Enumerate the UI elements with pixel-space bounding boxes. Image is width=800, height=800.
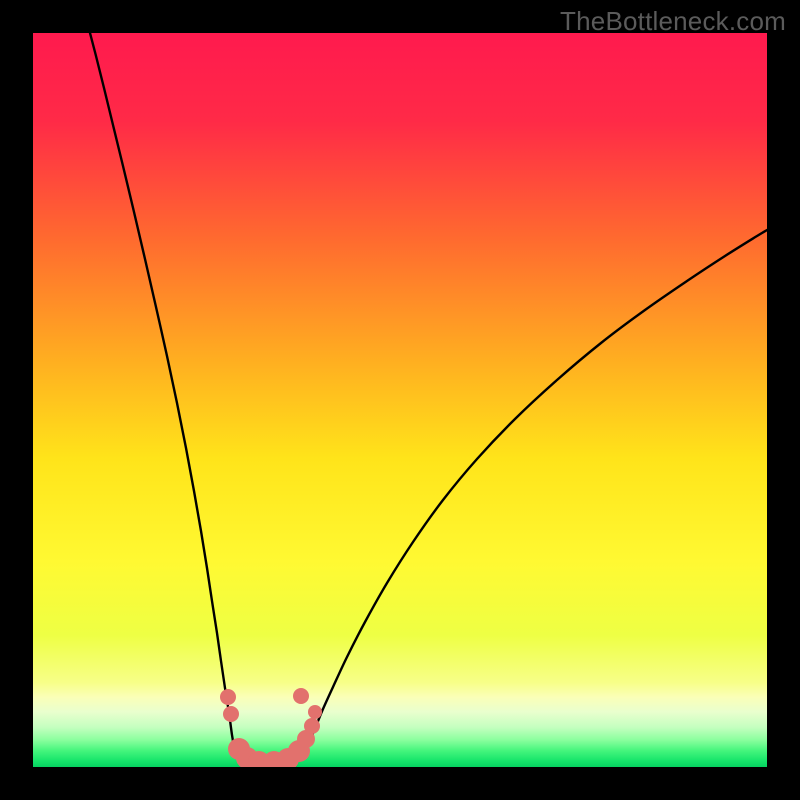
data-marker (308, 705, 322, 719)
data-marker (304, 718, 320, 734)
data-marker (220, 689, 236, 705)
data-marker (293, 688, 309, 704)
curve-layer (33, 33, 767, 767)
chart-frame: TheBottleneck.com (0, 0, 800, 800)
plot-area (33, 33, 767, 767)
right-curve (281, 230, 767, 767)
data-markers (220, 688, 322, 767)
watermark-text: TheBottleneck.com (560, 6, 786, 37)
data-marker (223, 706, 239, 722)
left-curve (90, 33, 255, 767)
